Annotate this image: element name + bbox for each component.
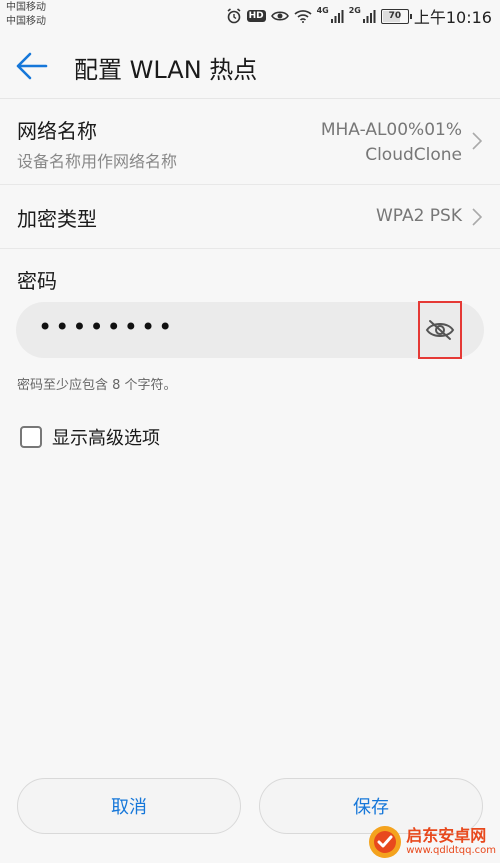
battery-icon: 70	[380, 8, 412, 24]
status-bar: 中国移动 中国移动 HD 4G 2G 70 上午10:16	[0, 0, 500, 32]
watermark-url: www.qdldtqq.com	[406, 845, 496, 856]
network-name-value-line1: MHA-AL00%01%	[320, 120, 462, 140]
eye-off-icon	[425, 320, 455, 340]
status-time: 上午10:16	[413, 8, 492, 27]
network-name-value: MHA-AL00%01% CloudClone	[321, 118, 462, 168]
watermark-name: 启东安卓网	[406, 826, 487, 845]
cancel-button[interactable]: 取消	[17, 778, 241, 834]
show-advanced-options[interactable]: 显示高级选项	[20, 424, 160, 450]
back-button[interactable]	[14, 50, 50, 82]
chevron-right-icon	[472, 132, 482, 150]
security-type-row[interactable]: 加密类型 WPA2 PSK	[0, 185, 500, 249]
network-name-subtitle: 设备名称用作网络名称	[17, 152, 178, 171]
network-name-row[interactable]: 网络名称 设备名称用作网络名称 MHA-AL00%01% CloudClone	[0, 100, 500, 185]
hd-badge: HD	[246, 10, 266, 22]
security-type-value: WPA2 PSK	[375, 206, 462, 226]
back-arrow-icon	[16, 52, 48, 80]
status-icons: HD 4G 2G 70 上午10:16	[226, 6, 492, 27]
page-title: 配置 WLAN 热点	[74, 56, 258, 84]
security-type-title: 加密类型	[17, 207, 97, 231]
password-value: ••••••••	[38, 313, 176, 341]
watermark-logo-icon	[369, 826, 402, 858]
password-input[interactable]: ••••••••	[16, 301, 484, 359]
network-type-label-2: 2G	[348, 6, 361, 15]
password-label: 密码	[17, 269, 57, 293]
advanced-options-checkbox[interactable]	[20, 426, 42, 448]
wifi-icon	[294, 9, 312, 23]
watermark: 启东安卓网 www.qdldtqq.com	[368, 825, 496, 859]
alarm-icon	[226, 8, 242, 24]
password-hint: 密码至少应包含 8 个字符。	[17, 378, 177, 393]
network-type-label-1: 4G	[316, 6, 329, 15]
show-password-toggle[interactable]	[418, 301, 462, 359]
network-name-value-line2: CloudClone	[365, 145, 462, 165]
eye-comfort-icon	[270, 10, 289, 22]
network-name-title: 网络名称	[17, 119, 97, 143]
carrier-label-1: 中国移动	[6, 2, 46, 13]
app-bar: 配置 WLAN 热点	[0, 32, 500, 99]
carrier-label-2: 中国移动	[6, 16, 46, 27]
signal-icon-1	[330, 9, 344, 23]
battery-level: 70	[388, 10, 402, 21]
signal-icon-2	[362, 9, 376, 23]
advanced-options-label: 显示高级选项	[52, 428, 160, 449]
chevron-right-icon	[472, 208, 482, 226]
